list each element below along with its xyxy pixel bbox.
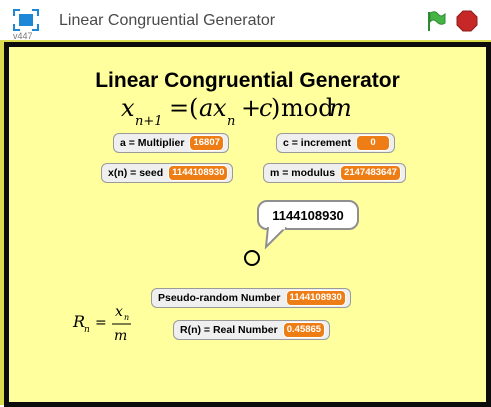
watcher-multiplier[interactable]: a = Multiplier 16807 xyxy=(113,133,229,153)
watcher-pseudo-random[interactable]: Pseudo-random Number 1144108930 xyxy=(151,288,351,308)
green-flag-icon[interactable] xyxy=(426,10,446,32)
rn-eq: = xyxy=(95,315,107,331)
formula-eq: = xyxy=(169,94,189,122)
stage-heading: Linear Congruential Generator xyxy=(95,69,400,92)
watcher-value: 0 xyxy=(356,135,390,151)
watcher-seed[interactable]: x(n) = seed 1144108930 xyxy=(101,163,234,183)
rn-m: m xyxy=(114,328,127,344)
watcher-increment[interactable]: c = increment 0 xyxy=(276,133,395,153)
stop-icon[interactable] xyxy=(456,10,478,32)
watcher-label: m = modulus xyxy=(270,167,336,179)
title-bar: v447 Linear Congruential Generator xyxy=(0,0,491,42)
formula-a: a xyxy=(199,94,213,122)
formula-x: x xyxy=(121,94,135,122)
watcher-value: 16807 xyxy=(189,135,224,151)
formula-open: ( xyxy=(189,94,198,122)
rn-x: x xyxy=(115,304,123,320)
watcher-value: 0.45865 xyxy=(282,322,326,338)
rn-formula: R n = x n m xyxy=(72,304,131,344)
watcher-modulus[interactable]: m = modulus 2147483647 xyxy=(263,163,406,183)
speech-bubble-tail xyxy=(264,227,287,249)
watcher-value: 1144108930 xyxy=(285,290,346,306)
formula-sub-n: n xyxy=(227,114,235,129)
app-title: Linear Congruential Generator xyxy=(59,12,276,29)
watcher-value: 1144108930 xyxy=(168,165,229,181)
stage[interactable]: Linear Congruential Generator x n+1 = ( … xyxy=(4,42,491,407)
watcher-real-number[interactable]: R(n) = Real Number 0.45865 xyxy=(173,320,331,340)
formula-m: m xyxy=(329,94,352,122)
formula-sub-n1: n+1 xyxy=(135,114,163,129)
watcher-label: a = Multiplier xyxy=(120,137,185,149)
watcher-label: R(n) = Real Number xyxy=(180,324,278,336)
watcher-label: x(n) = seed xyxy=(108,167,164,179)
watcher-label: c = increment xyxy=(283,137,351,149)
lcg-formula: x n+1 = ( a x n + c ) mod m xyxy=(121,94,352,129)
fullscreen-icon[interactable] xyxy=(13,9,39,31)
formula-close: ) xyxy=(271,94,280,122)
formula-x2: x xyxy=(213,94,227,122)
rn-sub-n2: n xyxy=(124,313,129,322)
watcher-label: Pseudo-random Number xyxy=(158,292,281,304)
rn-sub-n: n xyxy=(84,325,90,335)
formula-mod: mod xyxy=(281,94,334,122)
watcher-value: 2147483647 xyxy=(340,165,401,181)
sprite-circle[interactable] xyxy=(244,250,260,266)
speech-bubble: 1144108930 xyxy=(257,200,359,230)
